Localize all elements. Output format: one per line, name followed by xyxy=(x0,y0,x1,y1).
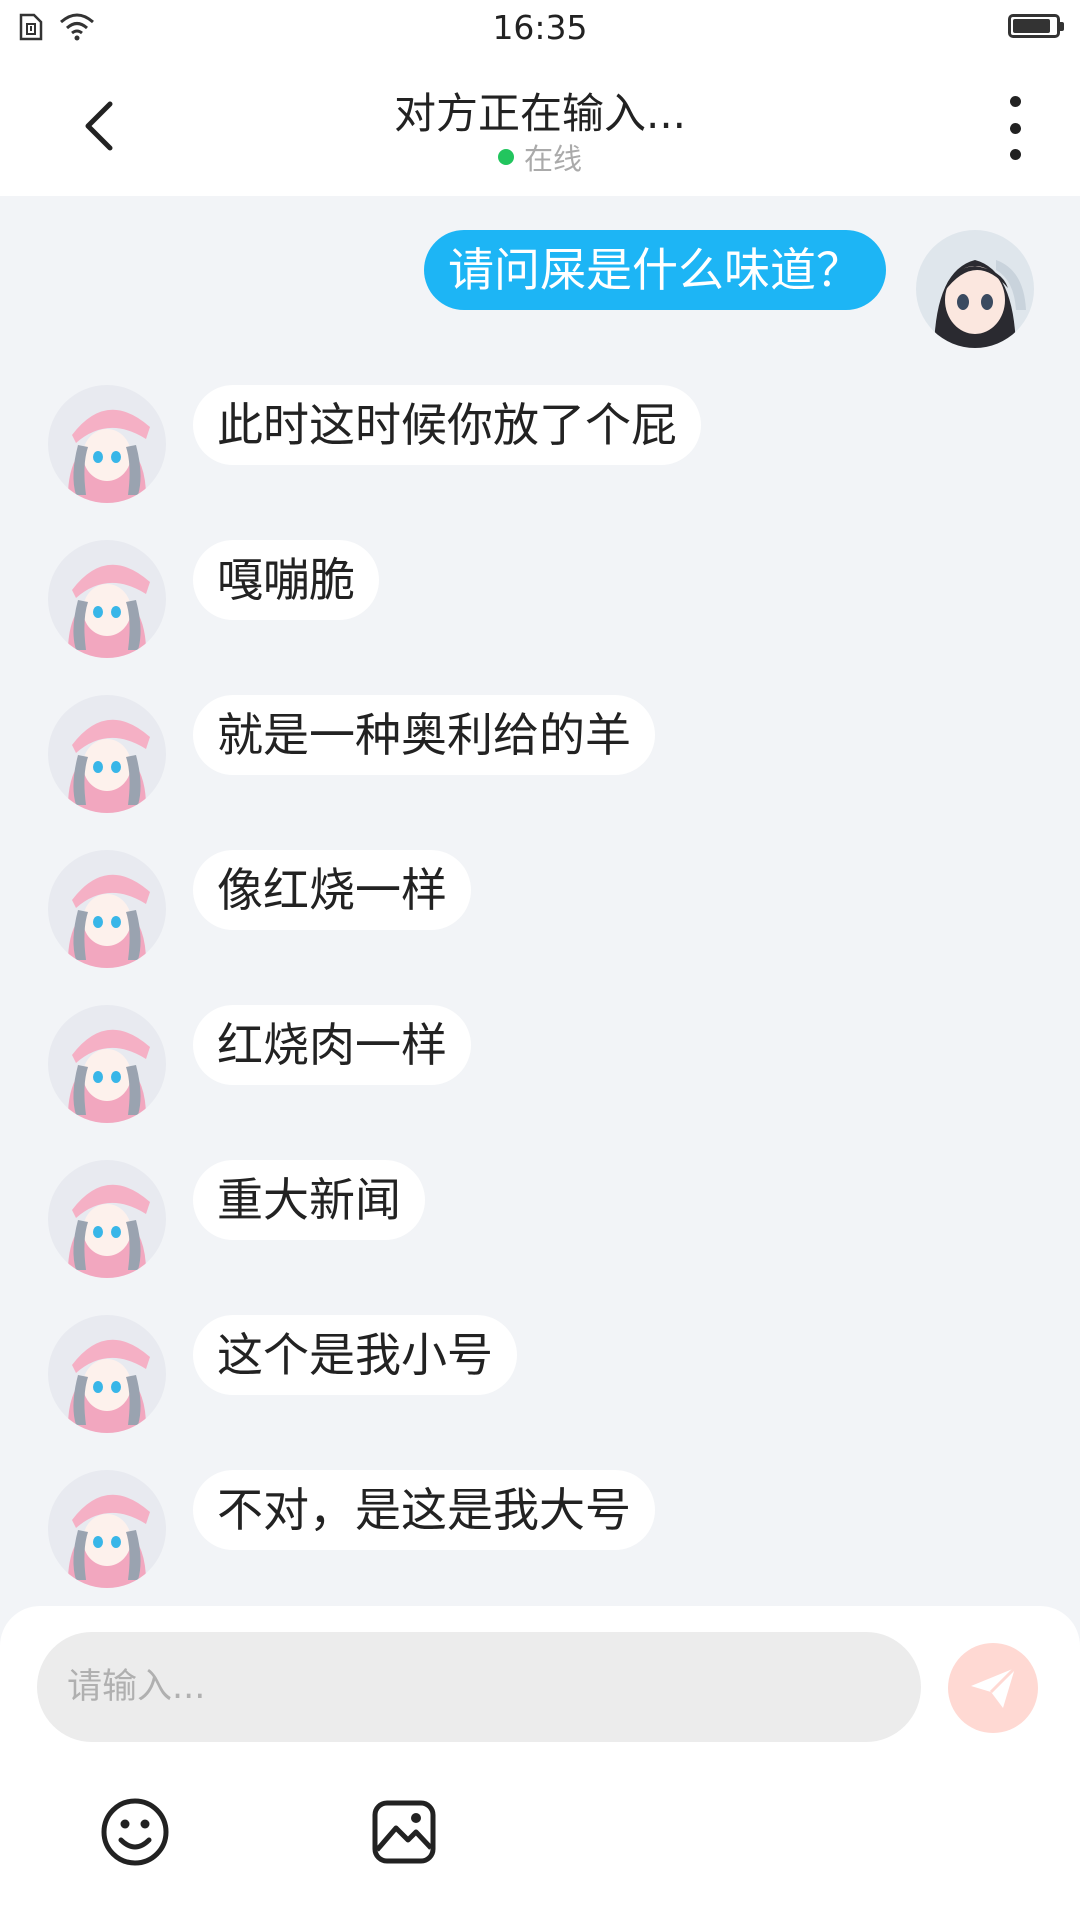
smiley-icon xyxy=(101,1798,169,1866)
message-bubble-incoming[interactable]: 像红烧一样 xyxy=(193,850,471,930)
contact-avatar[interactable] xyxy=(48,1160,166,1278)
online-dot-icon xyxy=(497,149,514,165)
user-avatar[interactable] xyxy=(916,230,1034,348)
status-bar: 16:35 xyxy=(0,0,1080,56)
presence-indicator: 在线 xyxy=(0,136,1080,178)
battery-icon xyxy=(1008,14,1064,38)
more-options-button[interactable] xyxy=(990,96,1040,160)
image-button[interactable] xyxy=(364,1792,444,1872)
message-list[interactable]: 请问屎是什么味道？ 此时这时候你放了个屁 嘎嘣脆 就是一种奥利给的羊 像红烧一样… xyxy=(0,196,1080,1606)
contact-avatar[interactable] xyxy=(48,850,166,968)
message-bubble-incoming[interactable]: 此时这时候你放了个屁 xyxy=(193,385,701,465)
message-bubble-incoming[interactable]: 嘎嘣脆 xyxy=(193,540,379,620)
message-row-incoming: 重大新闻 xyxy=(0,1160,1080,1280)
message-bubble-incoming[interactable]: 红烧肉一样 xyxy=(193,1005,471,1085)
more-dot-icon xyxy=(1009,149,1021,160)
message-row-incoming: 像红烧一样 xyxy=(0,850,1080,970)
message-row-incoming: 不对，是这是我大号 xyxy=(0,1470,1080,1590)
message-row-outgoing: 请问屎是什么味道？ xyxy=(0,230,1080,350)
contact-avatar[interactable] xyxy=(48,1005,166,1123)
message-bubble-incoming[interactable]: 这个是我小号 xyxy=(193,1315,517,1395)
status-time: 16:35 xyxy=(492,8,588,47)
chat-title: 对方正在输入... xyxy=(393,89,687,138)
contact-avatar[interactable] xyxy=(48,1470,166,1588)
battery-level xyxy=(1013,19,1051,33)
message-row-incoming: 嘎嘣脆 xyxy=(0,540,1080,660)
contact-avatar[interactable] xyxy=(48,540,166,658)
chat-header: 对方正在输入... 在线 xyxy=(0,56,1080,196)
paper-plane-icon xyxy=(971,1666,1017,1708)
message-row-incoming: 此时这时候你放了个屁 xyxy=(0,385,1080,505)
send-button[interactable] xyxy=(948,1643,1038,1733)
message-bubble-incoming[interactable]: 不对，是这是我大号 xyxy=(193,1470,655,1550)
more-dot-icon xyxy=(1009,122,1021,134)
message-input[interactable] xyxy=(37,1632,921,1742)
message-row-incoming: 就是一种奥利给的羊 xyxy=(0,695,1080,815)
message-row-incoming: 红烧肉一样 xyxy=(0,1005,1080,1125)
image-icon xyxy=(372,1800,436,1864)
presence-status: 在线 xyxy=(523,142,582,176)
message-row-incoming: 这个是我小号 xyxy=(0,1315,1080,1435)
composer-panel xyxy=(0,1606,1080,1920)
more-dot-icon xyxy=(1009,96,1021,107)
contact-avatar[interactable] xyxy=(48,695,166,813)
emoji-button[interactable] xyxy=(95,1792,175,1872)
contact-avatar[interactable] xyxy=(48,1315,166,1433)
message-bubble-outgoing[interactable]: 请问屎是什么味道？ xyxy=(424,230,886,310)
message-bubble-incoming[interactable]: 就是一种奥利给的羊 xyxy=(193,695,655,775)
message-bubble-incoming[interactable]: 重大新闻 xyxy=(193,1160,425,1240)
contact-avatar[interactable] xyxy=(48,385,166,503)
